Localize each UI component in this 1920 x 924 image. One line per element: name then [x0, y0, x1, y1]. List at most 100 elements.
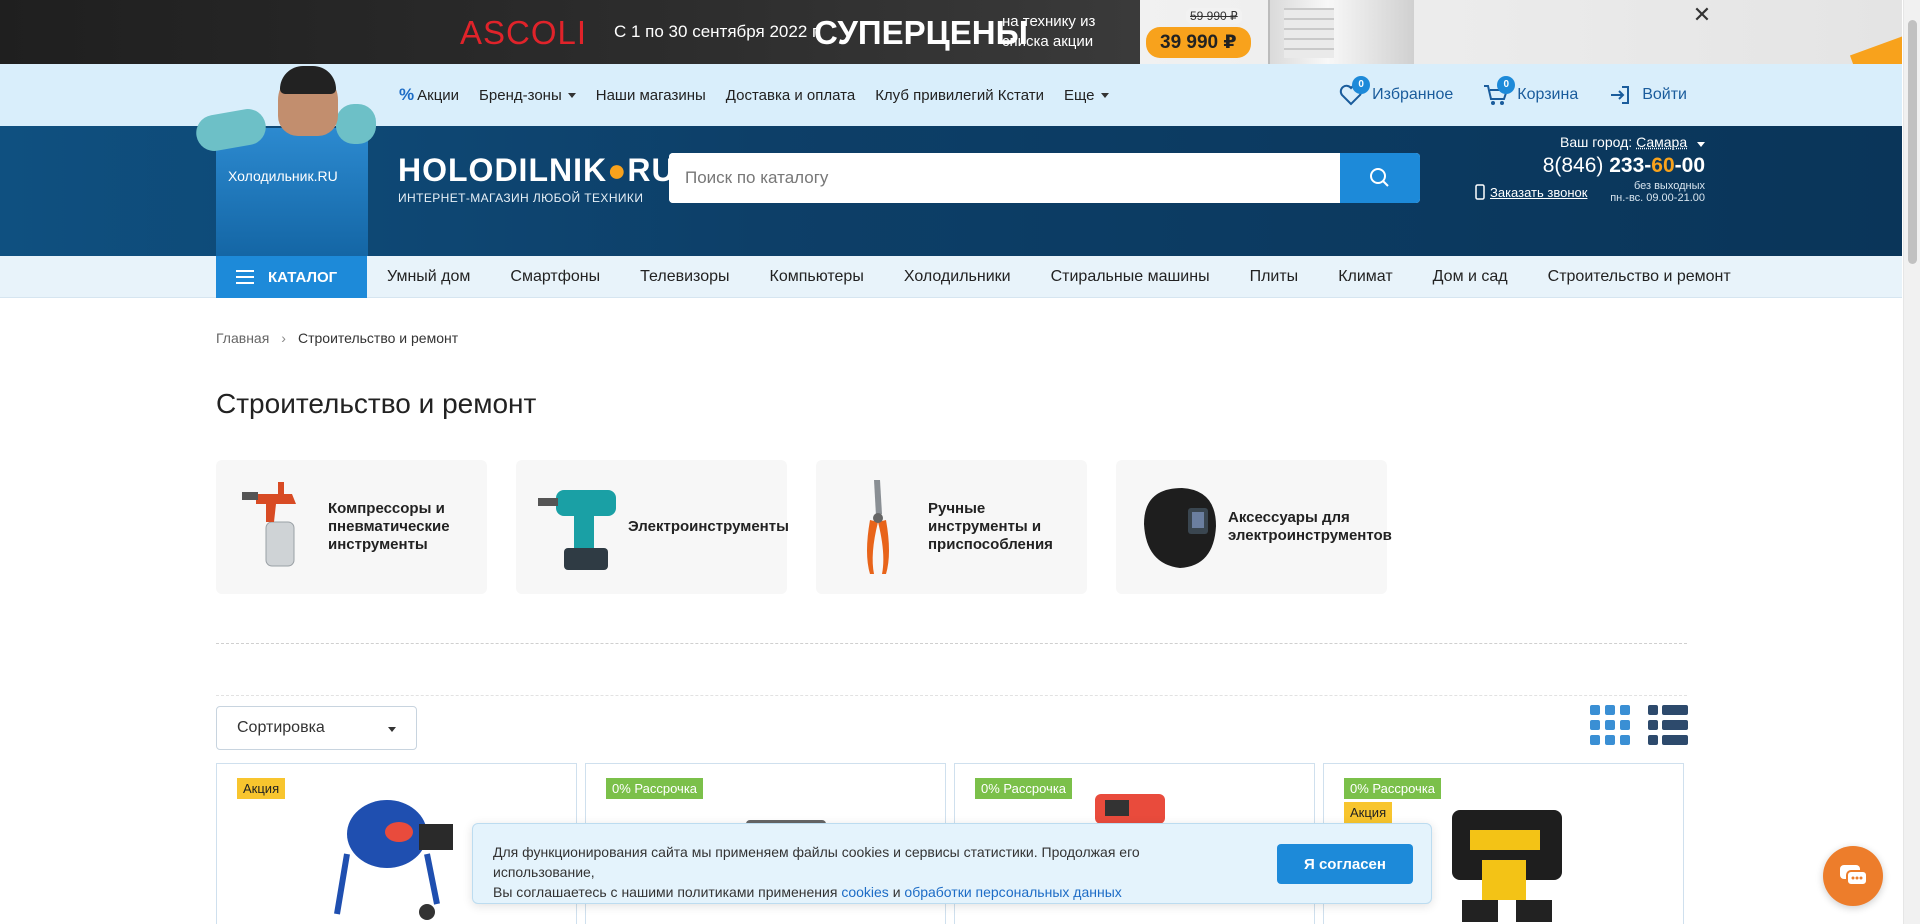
- category-link[interactable]: Дом и сад: [1433, 268, 1508, 286]
- cordless-drill-icon: [1452, 810, 1562, 922]
- welding-mask-icon: [1144, 488, 1216, 568]
- accept-cookies-button[interactable]: Я согласен: [1277, 844, 1413, 884]
- promo-fridge-image: [1268, 0, 1414, 64]
- pliers-icon: [867, 480, 889, 574]
- promo-old-price: 59 990 ₽: [1186, 8, 1242, 24]
- cart-label: Корзина: [1517, 86, 1579, 103]
- caret-down-icon: [567, 92, 576, 98]
- grid-view-icon[interactable]: [1590, 705, 1630, 745]
- subcategory-label: Электроинструменты: [628, 518, 789, 535]
- top-nav-delivery[interactable]: Доставка и оплата: [726, 87, 855, 104]
- subcategory-label: Компрессоры и пневматические инструменты: [328, 500, 450, 553]
- sort-select[interactable]: Сортировка: [216, 706, 417, 750]
- chevron-right-icon: ›: [281, 330, 286, 346]
- mascot-fridge-label: Холодильник.RU: [228, 168, 338, 184]
- promo-brand: ASCOLI: [460, 14, 588, 51]
- promo-subline: на технику из списка акции: [1002, 13, 1096, 50]
- concrete-mixer-icon: [334, 800, 453, 920]
- mascot-arm: [336, 104, 376, 144]
- scrollbar-thumb[interactable]: [1908, 20, 1917, 264]
- login-link[interactable]: Войти: [1608, 83, 1687, 107]
- cookie-banner: Для функционирования сайта мы применяем …: [472, 823, 1432, 904]
- installment-badge: 0% Рассрочка: [975, 778, 1073, 799]
- subcategory-card[interactable]: Ручные инструменты и приспособления: [816, 460, 1087, 594]
- caret-down-icon: [1697, 142, 1705, 147]
- user-links: 0 Избранное 0 Корзина Войти: [1308, 64, 1687, 126]
- city-name: Самара: [1636, 134, 1688, 150]
- contacts-block: Ваш город: Самара 8(846) 233-60-00 Заказ…: [1475, 134, 1705, 204]
- site-logo[interactable]: HOLODILNIK●RU ИНТЕРНЕТ-МАГАЗИН ЛЮБОЙ ТЕХ…: [398, 152, 676, 205]
- catalog-button[interactable]: КАТАЛОГ: [216, 256, 367, 298]
- promo-background-right: [1140, 0, 1902, 64]
- search-input[interactable]: [669, 153, 1339, 203]
- working-hours: без выходных пн.-вс. 09.00-21.00: [1610, 180, 1705, 204]
- breadcrumb: Главная › Строительство и ремонт: [216, 330, 458, 346]
- subcategory-label: Ручные инструменты и приспособления: [928, 500, 1053, 553]
- category-link[interactable]: Телевизоры: [640, 268, 729, 286]
- breadcrumb-current: Строительство и ремонт: [297, 330, 459, 346]
- category-link[interactable]: Компьютеры: [770, 268, 864, 286]
- close-icon[interactable]: ✕: [1691, 4, 1713, 26]
- logo-tagline: ИНТЕРНЕТ-МАГАЗИН ЛЮБОЙ ТЕХНИКИ: [398, 191, 644, 205]
- caret-down-icon: [1100, 92, 1109, 98]
- callback-link[interactable]: Заказать звонок: [1475, 180, 1587, 204]
- spray-gun-icon: [242, 482, 296, 567]
- top-nav-club[interactable]: Клуб привилегий Кстати: [875, 87, 1044, 104]
- category-link[interactable]: Строительство и ремонт: [1548, 268, 1731, 286]
- subcategory-list: Компрессоры и пневматические инструменты…: [216, 460, 1416, 594]
- category-link[interactable]: Умный дом: [387, 268, 470, 286]
- category-link[interactable]: Климат: [1338, 268, 1392, 286]
- cookies-policy-link[interactable]: cookies: [841, 884, 888, 900]
- category-links: Умный дом Смартфоны Телевизоры Компьютер…: [367, 256, 1751, 298]
- cookie-text: Для функционирования сайта мы применяем …: [493, 844, 1140, 900]
- caret-down-icon: [388, 727, 396, 732]
- promo-headline: СУПЕРЦЕНЫ: [814, 14, 1028, 51]
- chat-icon: [1840, 865, 1868, 886]
- top-nav-label: Наши магазины: [595, 86, 706, 104]
- top-nav-label: Бренд-зоны: [479, 86, 562, 104]
- subcategory-label: Аксессуары для электроинструментов: [1228, 509, 1392, 544]
- category-link[interactable]: Холодильники: [904, 268, 1011, 286]
- top-nav-label: Клуб привилегий Кстати: [875, 86, 1044, 104]
- subcategory-card[interactable]: Электроинструменты: [516, 460, 789, 594]
- sale-badge: Акция: [237, 778, 286, 799]
- search-button[interactable]: [1340, 153, 1420, 203]
- breadcrumb-home[interactable]: Главная: [216, 330, 269, 346]
- login-icon: [1608, 83, 1634, 107]
- category-nav: КАТАЛОГ Умный дом Смартфоны Телевизоры К…: [0, 256, 1902, 298]
- promo-price: 39 990 ₽: [1146, 27, 1251, 58]
- top-nav: % Акции Бренд-зоны Наши магазины Доставк…: [399, 64, 1129, 126]
- city-selector[interactable]: Ваш город: Самара: [1475, 134, 1705, 150]
- promo-banner[interactable]: ASCOLI С 1 по 30 сентября 2022 г. СУПЕРЦ…: [0, 0, 1902, 64]
- top-nav-more[interactable]: Еще: [1064, 87, 1109, 104]
- cart-icon: 0: [1483, 76, 1516, 107]
- top-nav-stores[interactable]: Наши магазины: [596, 87, 706, 104]
- top-nav-promotions[interactable]: % Акции: [399, 85, 459, 105]
- page-scrollbar[interactable]: [1903, 0, 1920, 924]
- top-nav-label: Акции: [417, 86, 460, 104]
- phone-number[interactable]: 8(846) 233-60-00: [1475, 154, 1705, 178]
- category-link[interactable]: Смартфоны: [510, 268, 600, 286]
- search-bar: [669, 153, 1420, 203]
- category-link[interactable]: Плиты: [1250, 268, 1299, 286]
- cart-link[interactable]: 0 Корзина: [1483, 76, 1579, 107]
- callback-row: Заказать звонок без выходных пн.-вс. 09.0…: [1475, 180, 1705, 204]
- top-nav-label: Доставка и оплата: [725, 86, 856, 104]
- favorites-count: 0: [1352, 76, 1371, 94]
- subcategory-card[interactable]: Аксессуары для электроинструментов: [1116, 460, 1392, 594]
- divider: [216, 695, 1687, 696]
- page-title: Строительство и ремонт: [216, 388, 537, 419]
- promo-dates: С 1 по 30 сентября 2022 г.: [614, 22, 821, 41]
- favorites-link[interactable]: 0 Избранное: [1338, 76, 1453, 107]
- phone-icon: [1475, 184, 1485, 200]
- chat-button[interactable]: [1823, 846, 1883, 906]
- sale-badge: Акция: [1344, 802, 1393, 823]
- subcategory-card[interactable]: Компрессоры и пневматические инструменты: [216, 460, 487, 594]
- divider: [216, 643, 1687, 644]
- list-view-icon[interactable]: [1648, 705, 1688, 745]
- category-link[interactable]: Стиральные машины: [1051, 268, 1210, 286]
- search-icon: [1370, 168, 1389, 187]
- top-nav-brand-zones[interactable]: Бренд-зоны: [479, 87, 576, 104]
- privacy-policy-link[interactable]: обработки персональных данных: [904, 884, 1121, 900]
- logo-text: HOLODILNIK●RU: [398, 152, 676, 188]
